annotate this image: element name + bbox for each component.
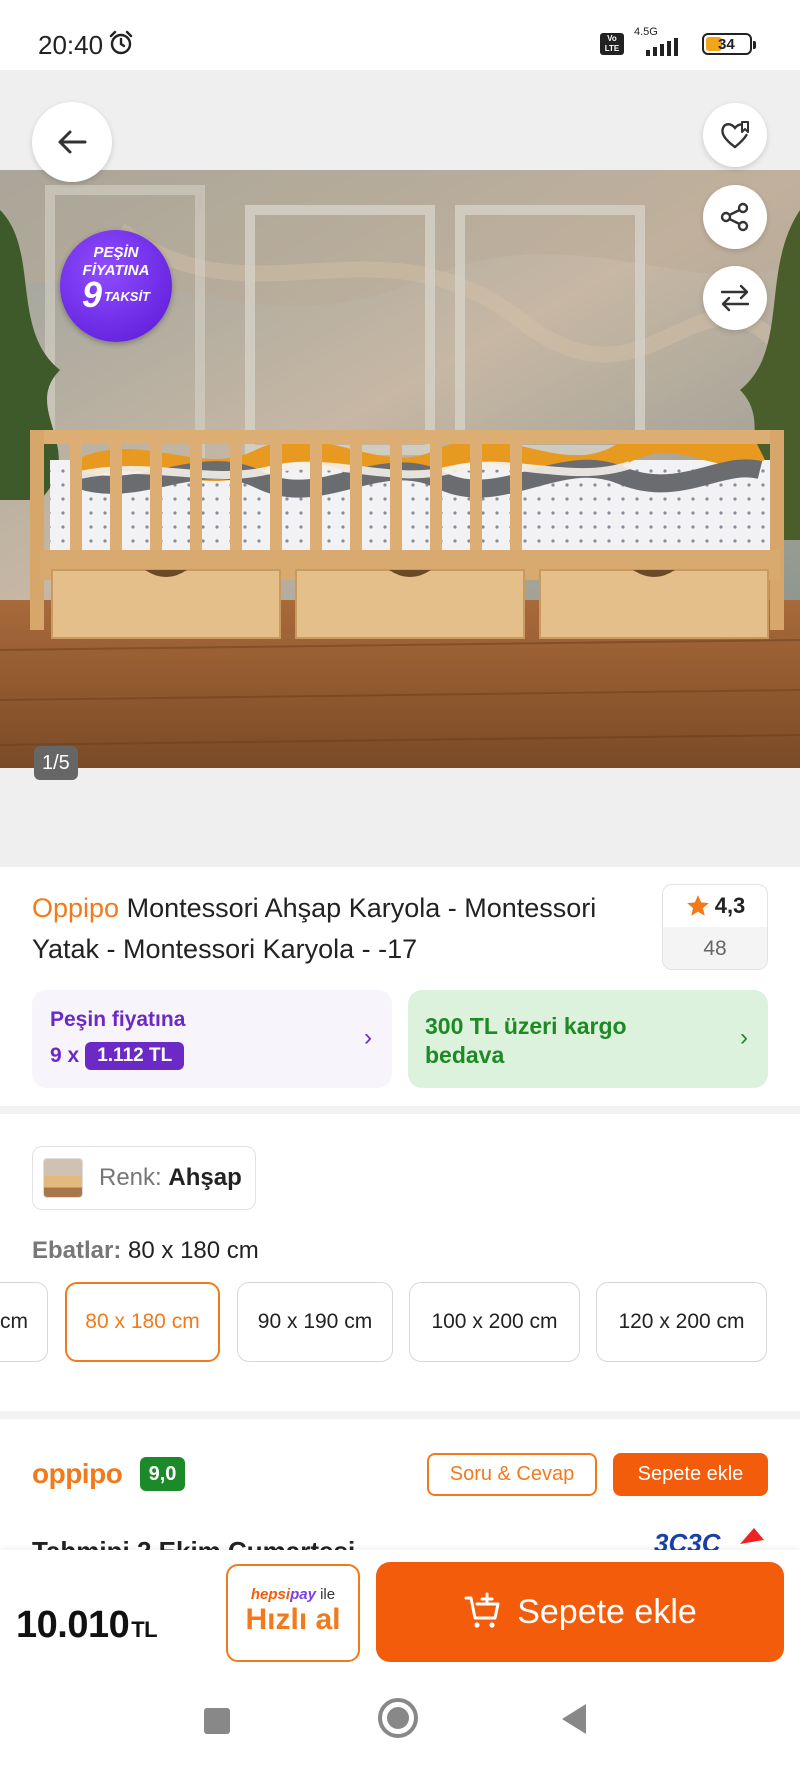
swap-arrows-icon [720,284,750,312]
review-count: 48 [663,927,767,969]
size-label: Ebatlar: [32,1237,122,1264]
svg-text:3C3C: 3C3C [654,1528,722,1550]
size-option[interactable]: 100 x 200 cm [409,1282,580,1362]
hepsipay-logo-b: pay [290,1586,316,1603]
color-label: Renk: [99,1164,162,1191]
bottom-action-bar: 10.010TL hepsipay ile Hızlı al Sepete ek… [0,1550,800,1681]
back-button[interactable] [32,102,112,182]
volte-icon: Vo LTE [600,33,624,55]
add-to-cart-button[interactable]: Sepete ekle [376,1562,784,1662]
installment-prefix: 9 x [50,1044,80,1067]
size-value: 80 x 180 cm [128,1237,259,1264]
size-option[interactable]: 90 x 190 cm [237,1282,393,1362]
hepsipay-suffix: ile [315,1586,336,1603]
arrow-left-icon [58,130,87,154]
qa-button[interactable]: Soru & Cevap [427,1453,597,1496]
alarm-icon [109,30,133,55]
heart-list-icon [721,121,749,149]
image-counter: 1/5 [34,746,78,780]
product-title: Oppipo Montessori Ahşap Karyola - Montes… [32,888,650,970]
home-icon[interactable] [378,1698,418,1738]
chevron-right-icon: › [740,1024,748,1051]
network-type: 4.5G [634,26,658,38]
badge-line-3: 9 TAKSİT [60,277,172,313]
status-bar: 20:40 Vo LTE 4.5G 34 [0,0,800,70]
badge-number: 9 [81,274,103,315]
size-option[interactable]: 120 x 200 cm [596,1282,767,1362]
section-divider [0,1106,800,1114]
installment-title: Peşin fiyatına [50,1008,186,1031]
seller-score: 9,0 [140,1457,185,1491]
price: 10.010TL [16,1604,158,1647]
chevron-right-icon: › [364,1024,372,1051]
cargo-logo-icon: 3C3C [654,1528,764,1550]
size-heading: Ebatlar: 80 x 180 cm [32,1237,259,1265]
shipping-text: 300 TL üzeri kargo bedava [425,1013,627,1068]
hepsipay-logo-a: hepsi [250,1586,291,1603]
signal-icon: 4.5G [632,26,694,58]
rating-box[interactable]: 4,3 48 [662,884,768,970]
brand-link[interactable]: Oppipo [32,893,119,923]
color-value: Ahşap [168,1164,242,1191]
delivery-estimate: Tahmini 2 Ekim Cumartesi [32,1536,592,1550]
nav-back-icon[interactable] [562,1704,586,1734]
installment-promo[interactable]: Peşin fiyatına 9 x 1.112 TL › [32,990,392,1088]
size-options: cm 80 x 180 cm 90 x 190 cm 100 x 200 cm … [0,1282,800,1362]
star-icon [686,895,709,916]
price-currency: TL [131,1617,158,1642]
hepsipay-label: hepsipay ile [228,1586,358,1603]
installment-amount: 1.112 TL [85,1042,185,1070]
color-text: Renk: Ahşap [99,1164,242,1192]
size-option-selected[interactable]: 80 x 180 cm [65,1282,220,1362]
rating-value: 4,3 [714,893,746,918]
favorite-button[interactable] [703,103,767,167]
add-to-cart-label: Sepete ekle [517,1592,697,1631]
section-divider [0,1411,800,1419]
badge-line-2: FİYATINA [82,262,150,279]
badge-line-1: PEŞİN [93,244,139,261]
system-nav-bar [0,1672,800,1777]
installment-detail: 9 x 1.112 TL [50,1042,185,1070]
seller-add-to-cart-button[interactable]: Sepete ekle [613,1453,768,1496]
seller-name[interactable]: oppipo [32,1458,123,1490]
battery-icon: 34 [702,33,756,55]
cart-plus-icon [464,1592,500,1628]
quick-buy-label: Hızlı al [245,1603,341,1636]
share-button[interactable] [703,185,767,249]
compare-button[interactable] [703,266,767,330]
battery-level: 34 [718,35,735,53]
recents-icon[interactable] [204,1708,230,1734]
color-thumbnail [43,1158,83,1198]
share-icon [720,202,749,232]
status-time: 20:40 [38,30,104,60]
shipping-promo[interactable]: 300 TL üzeri kargo bedava › [408,990,768,1088]
color-selector[interactable]: Renk: Ahşap [32,1146,256,1210]
quick-buy-button[interactable]: hepsipay ile Hızlı al [226,1564,360,1662]
size-option[interactable]: cm [0,1282,48,1362]
product-gallery[interactable]: PEŞİN FİYATINA 9 TAKSİT [0,70,800,867]
badge-taksit-text: TAKSİT [104,289,150,304]
installment-badge: PEŞİN FİYATINA 9 TAKSİT [60,230,172,342]
price-value: 10.010 [16,1604,130,1646]
